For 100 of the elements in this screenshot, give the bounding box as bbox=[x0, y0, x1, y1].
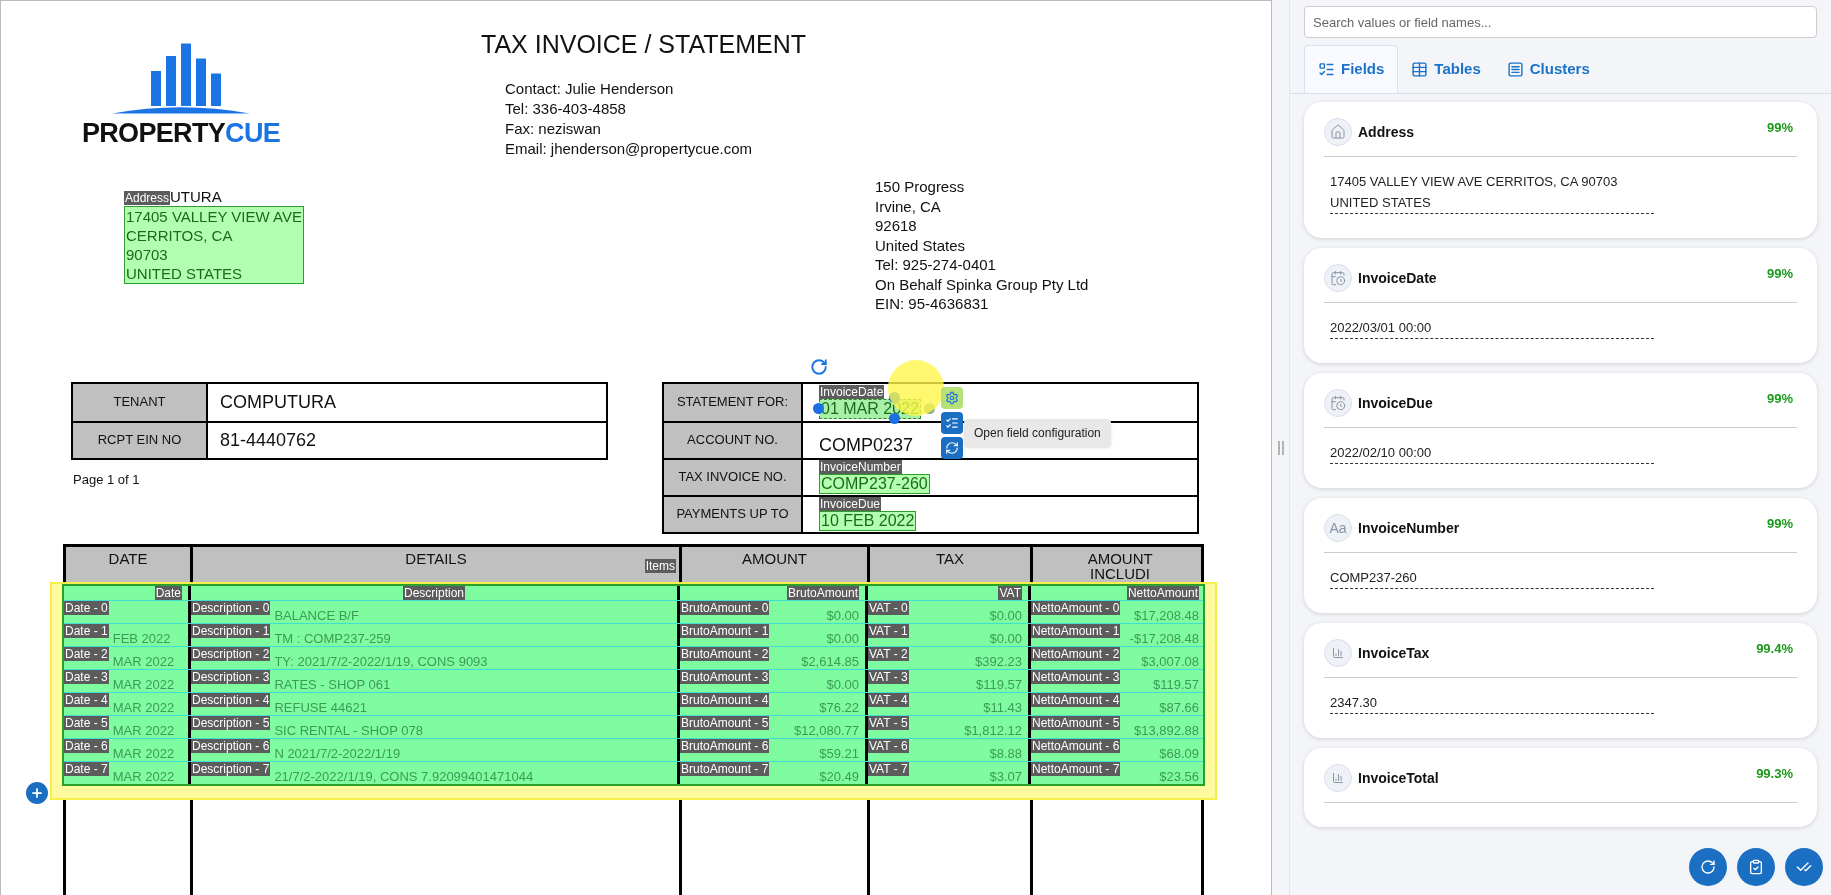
refresh-icon bbox=[1700, 859, 1716, 875]
field-card[interactable]: InvoiceTotal 99.3% bbox=[1304, 748, 1817, 827]
cell-field-tag: BrutoAmount - 1 bbox=[680, 623, 770, 638]
table-cell: REFUSE 44621 bbox=[274, 700, 367, 714]
field-tag: Address bbox=[124, 191, 171, 205]
address-text: UTURA bbox=[170, 189, 222, 205]
cell-field-tag: BrutoAmount - 4 bbox=[680, 692, 770, 707]
sender-line: United States bbox=[875, 235, 967, 255]
sender-line: 150 Progress bbox=[875, 177, 966, 197]
cell-field-tag: Date - 7 bbox=[64, 761, 109, 776]
cell-field-tag: NettoAmount - 2 bbox=[1031, 646, 1121, 661]
cell-field-tag: NettoAmount - 0 bbox=[1031, 600, 1121, 615]
table-cell: $0.00 bbox=[989, 608, 1022, 622]
table-cell: MAR 2022 bbox=[112, 746, 175, 760]
refresh-button[interactable] bbox=[1689, 848, 1727, 886]
contact-line: Fax: neziswan bbox=[505, 119, 602, 139]
table-cell: $23.56 bbox=[1159, 769, 1199, 783]
confidence-score: 99.3% bbox=[1756, 765, 1793, 783]
label-cell: TAX INVOICE NO. bbox=[664, 459, 803, 495]
table-cell: $59.21 bbox=[819, 746, 859, 760]
contact-line: Tel: 336-403-4858 bbox=[505, 99, 627, 119]
field-value[interactable]: 2022/03/01 00:00 bbox=[1330, 317, 1654, 339]
table-cell: MAR 2022 bbox=[112, 723, 175, 737]
settings-button[interactable] bbox=[941, 386, 963, 409]
tab[interactable]: Clusters bbox=[1493, 45, 1603, 93]
list-box-icon bbox=[1506, 60, 1524, 78]
field-value[interactable]: 2022/02/10 00:00 bbox=[1330, 442, 1654, 464]
cell-field-tag: Description - 6 bbox=[191, 738, 271, 753]
label-cell: TENANT bbox=[73, 383, 208, 421]
cell-field-tag: NettoAmount - 7 bbox=[1031, 761, 1121, 776]
rotate-icon[interactable] bbox=[810, 357, 828, 376]
table-cell: $3,007.08 bbox=[1141, 654, 1199, 668]
sender-line: EIN: 95-4636831 bbox=[875, 294, 990, 314]
table-cell: $119.57 bbox=[975, 677, 1022, 691]
cell-field-tag: BrutoAmount - 0 bbox=[680, 600, 770, 615]
label-cell: ACCOUNT NO. bbox=[664, 422, 803, 458]
table-cell: $119.57 bbox=[1152, 677, 1199, 691]
table-cell: $0.00 bbox=[826, 608, 859, 622]
address-line: 90703 bbox=[125, 245, 169, 264]
checklist-button[interactable] bbox=[941, 411, 963, 434]
table-cell: $0.00 bbox=[826, 677, 859, 691]
refresh-icon bbox=[945, 440, 959, 455]
sender-line: On Behalf Spinka Group Pty Ltd bbox=[875, 274, 1089, 294]
tab[interactable]: Tables bbox=[1398, 45, 1494, 93]
field-name: InvoiceNumber bbox=[1358, 518, 1460, 538]
field-card[interactable]: InvoiceDue 99% 2022/02/10 00:00 bbox=[1304, 373, 1817, 488]
table-cell: N 2021/7/2-2022/1/19 bbox=[274, 746, 401, 760]
field-tag: InvoiceNumber bbox=[819, 460, 902, 474]
field-card[interactable]: Aa InvoiceNumber 99% COMP237-260 bbox=[1304, 498, 1817, 613]
column-field-tag: Date bbox=[154, 585, 182, 600]
cell-field-tag: VAT - 3 bbox=[868, 669, 909, 684]
cell-field-tag: Description - 4 bbox=[191, 692, 271, 707]
field-card[interactable]: InvoiceTax 99.4% 2347.30 bbox=[1304, 623, 1817, 738]
field-tag: InvoiceDate bbox=[819, 385, 885, 399]
cell-field-tag: Description - 1 bbox=[191, 623, 271, 638]
cell-field-tag: BrutoAmount - 5 bbox=[680, 715, 770, 730]
cell-field-tag: VAT - 0 bbox=[868, 600, 909, 615]
tab[interactable]: Fields bbox=[1304, 45, 1399, 93]
table-cell: TY: 2021/7/2-2022/1/19, CONS 9093 bbox=[274, 654, 488, 668]
contact-line: Email: jhenderson@propertycue.com bbox=[505, 139, 753, 159]
table-cell: $17,208.48 bbox=[1133, 608, 1199, 622]
label-cell: RCPT EIN NO bbox=[73, 422, 208, 458]
field-value[interactable]: COMP237-260 bbox=[1330, 567, 1654, 589]
resize-handle[interactable] bbox=[889, 413, 900, 424]
cell-field-tag: Date - 6 bbox=[64, 738, 109, 753]
cell-field-tag: VAT - 5 bbox=[868, 715, 909, 730]
cell-field-tag: Description - 2 bbox=[191, 646, 271, 661]
field-card[interactable]: InvoiceDate 99% 2022/03/01 00:00 bbox=[1304, 248, 1817, 363]
cell-field-tag: Date - 5 bbox=[64, 715, 109, 730]
field-name: InvoiceTax bbox=[1358, 643, 1430, 663]
table-cell: $12,080.77 bbox=[793, 723, 859, 737]
search-field[interactable]: Search values or field names... bbox=[1304, 6, 1817, 38]
value-cell-text: 81-4440762 bbox=[219, 428, 318, 452]
field-highlight[interactable]: 10 FEB 2022 bbox=[819, 511, 917, 531]
column-field-tag: Description bbox=[403, 585, 465, 600]
confirm-button[interactable] bbox=[1785, 848, 1823, 886]
resize-grip-icon[interactable] bbox=[1277, 440, 1284, 455]
refresh-button[interactable] bbox=[941, 436, 963, 459]
bar-chart-icon bbox=[1332, 647, 1344, 659]
clipboard-check-button[interactable] bbox=[1737, 848, 1775, 886]
table-cell: MAR 2022 bbox=[112, 700, 175, 714]
address-line: CERRITOS, CA bbox=[125, 226, 234, 245]
table-tag: Items bbox=[644, 558, 676, 573]
cell-field-tag: Description - 7 bbox=[191, 761, 271, 776]
table-cell: $3.07 bbox=[989, 769, 1022, 783]
cell-field-tag: NettoAmount - 4 bbox=[1031, 692, 1121, 707]
field-value[interactable]: 2347.30 bbox=[1330, 692, 1654, 714]
table-cell: $13,892.88 bbox=[1133, 723, 1199, 737]
cell-field-tag: BrutoAmount - 6 bbox=[680, 738, 770, 753]
table-cell: $68.09 bbox=[1159, 746, 1199, 760]
cell-field-tag: NettoAmount - 3 bbox=[1031, 669, 1121, 684]
table-cell: $8.88 bbox=[989, 746, 1022, 760]
add-row-button[interactable] bbox=[26, 781, 48, 804]
field-value[interactable]: 17405 VALLEY VIEW AVE CERRITOS, CA 90703 UNITED STATES bbox=[1330, 171, 1654, 214]
address-highlight[interactable]: 17405 VALLEY VIEW AVE CERRITOS, CA 90703 UNITED STATES bbox=[124, 206, 304, 284]
confidence-score: 99% bbox=[1766, 265, 1793, 283]
field-card[interactable]: Address 99% 17405 VALLEY VIEW AVE CERRITOS, CA 90703 UNITED STATES bbox=[1304, 102, 1817, 238]
field-highlight[interactable]: COMP237-260 bbox=[819, 474, 930, 494]
table-cell: MAR 2022 bbox=[112, 677, 175, 691]
resize-handle[interactable] bbox=[813, 403, 824, 414]
